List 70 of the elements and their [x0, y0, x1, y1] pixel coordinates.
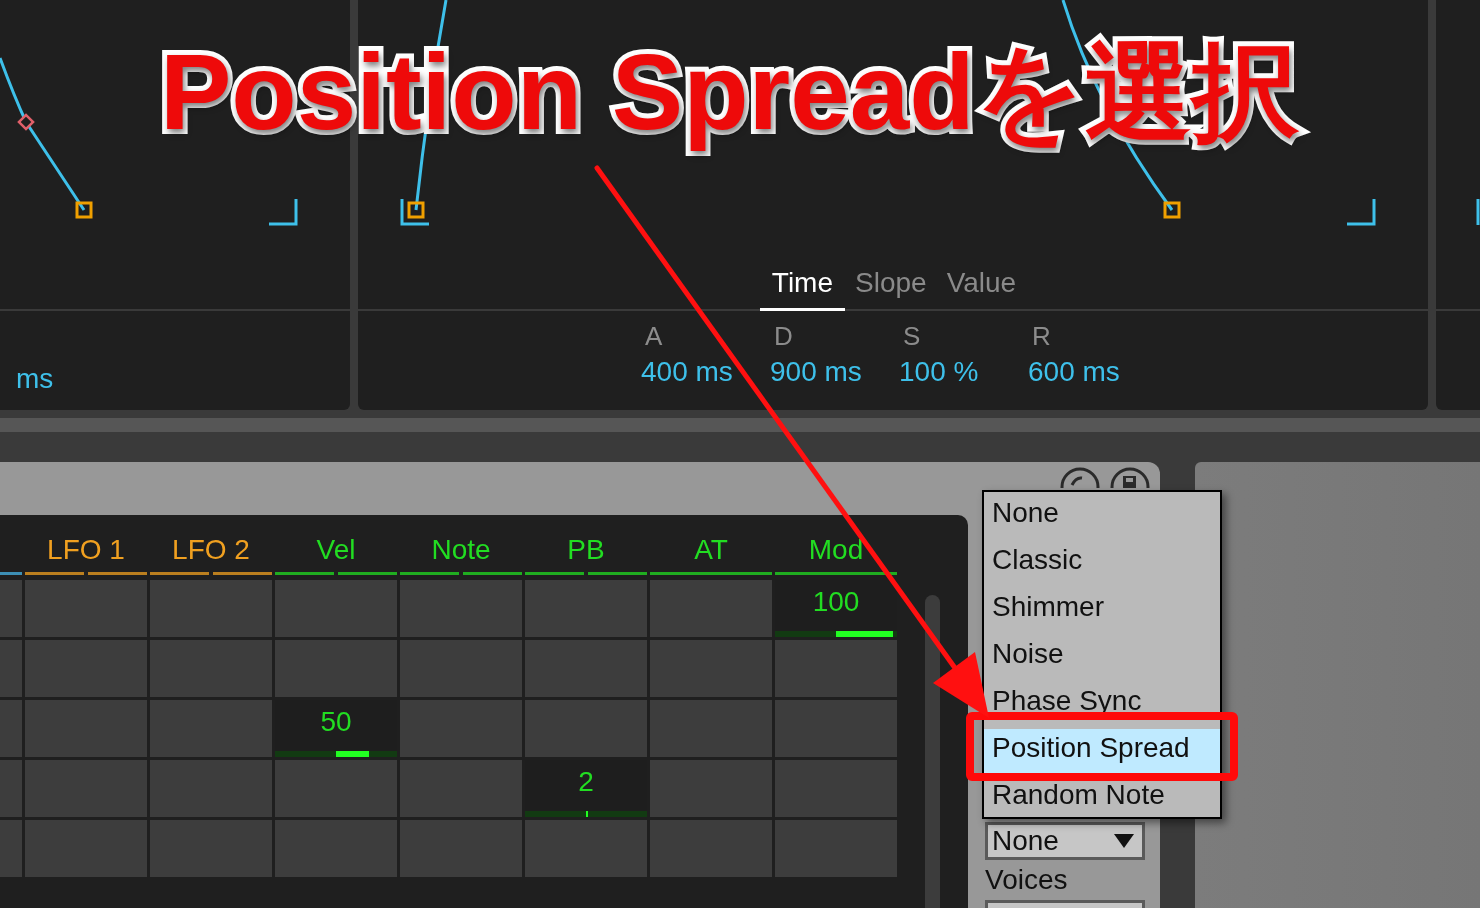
- param-value[interactable]: 400 ms: [641, 353, 770, 391]
- column-label[interactable]: Mod: [808, 533, 864, 567]
- dropdown[interactable]: None: [985, 822, 1145, 861]
- matrix-cell[interactable]: [650, 760, 772, 817]
- matrix-cell[interactable]: [150, 700, 272, 757]
- matrix-cell[interactable]: [275, 580, 397, 637]
- param-value[interactable]: 100 %: [899, 353, 1028, 391]
- menu-item[interactable]: Classic: [984, 541, 1220, 588]
- tab[interactable]: Slope: [845, 265, 937, 311]
- matrix-cell[interactable]: [275, 760, 397, 817]
- time-readout[interactable]: ms: [0, 361, 350, 397]
- matrix-cell[interactable]: [400, 760, 522, 817]
- caret-icon: [1114, 834, 1134, 849]
- matrix-cell[interactable]: [150, 820, 272, 877]
- matrix-cell[interactable]: [525, 700, 647, 757]
- cell-value: 50: [320, 706, 352, 738]
- matrix-cell[interactable]: [775, 640, 897, 697]
- menu-item[interactable]: None: [984, 494, 1220, 541]
- matrix-cell[interactable]: [25, 820, 147, 877]
- matrix-cell[interactable]: [400, 820, 522, 877]
- menu-item[interactable]: Position Spread: [984, 729, 1220, 776]
- column-label[interactable]: Note: [431, 533, 491, 567]
- matrix-cell[interactable]: [275, 820, 397, 877]
- matrix-cell[interactable]: [400, 700, 522, 757]
- param-value[interactable]: 600 ms: [1028, 353, 1157, 391]
- matrix-cell[interactable]: [275, 640, 397, 697]
- menu-item[interactable]: Shimmer: [984, 588, 1220, 635]
- matrix-cell[interactable]: [775, 700, 897, 757]
- param-label: S: [902, 320, 922, 353]
- param-label: R: [1031, 320, 1052, 353]
- matrix-cell[interactable]: [25, 640, 147, 697]
- column-label[interactable]: Vel: [316, 533, 356, 567]
- matrix-cell[interactable]: [400, 640, 522, 697]
- param-label: A: [644, 320, 664, 353]
- matrix-cell[interactable]: [650, 640, 772, 697]
- matrix-cell[interactable]: [525, 640, 647, 697]
- column-label[interactable]: LFO 1: [47, 533, 125, 567]
- menu-item[interactable]: Noise: [984, 635, 1220, 682]
- matrix-cell[interactable]: [25, 700, 147, 757]
- matrix-cell[interactable]: [150, 760, 272, 817]
- column-label[interactable]: PB: [567, 533, 605, 567]
- matrix-cell[interactable]: [775, 820, 897, 877]
- matrix-cell[interactable]: [0, 760, 22, 817]
- matrix-cell[interactable]: [0, 580, 22, 637]
- matrix-cell[interactable]: [25, 580, 147, 637]
- matrix-cell[interactable]: [150, 640, 272, 697]
- matrix-cell[interactable]: [0, 700, 22, 757]
- voices-field[interactable]: [985, 900, 1145, 908]
- scrollbar[interactable]: [925, 595, 940, 908]
- column-label[interactable]: AT: [694, 533, 728, 567]
- matrix-cell[interactable]: [650, 580, 772, 637]
- voices-label: Voices: [985, 863, 1069, 898]
- matrix-cell[interactable]: [0, 820, 22, 877]
- matrix-cell[interactable]: [650, 700, 772, 757]
- matrix-cell[interactable]: [525, 580, 647, 637]
- matrix-cell[interactable]: [525, 820, 647, 877]
- column-label[interactable]: LFO 2: [172, 533, 250, 567]
- tab[interactable]: Time: [759, 265, 845, 311]
- matrix-cell[interactable]: [0, 640, 22, 697]
- param-label: D: [773, 320, 794, 353]
- cell-value: 2: [578, 766, 594, 798]
- matrix-cell[interactable]: [400, 580, 522, 637]
- matrix-cell[interactable]: [650, 820, 772, 877]
- param-value[interactable]: 900 ms: [770, 353, 899, 391]
- cell-value: 100: [812, 586, 860, 618]
- tab[interactable]: Value: [936, 265, 1027, 311]
- matrix-cell[interactable]: [775, 760, 897, 817]
- matrix-cell[interactable]: [150, 580, 272, 637]
- matrix-cell[interactable]: [25, 760, 147, 817]
- menu-item[interactable]: Phase Sync: [984, 682, 1220, 729]
